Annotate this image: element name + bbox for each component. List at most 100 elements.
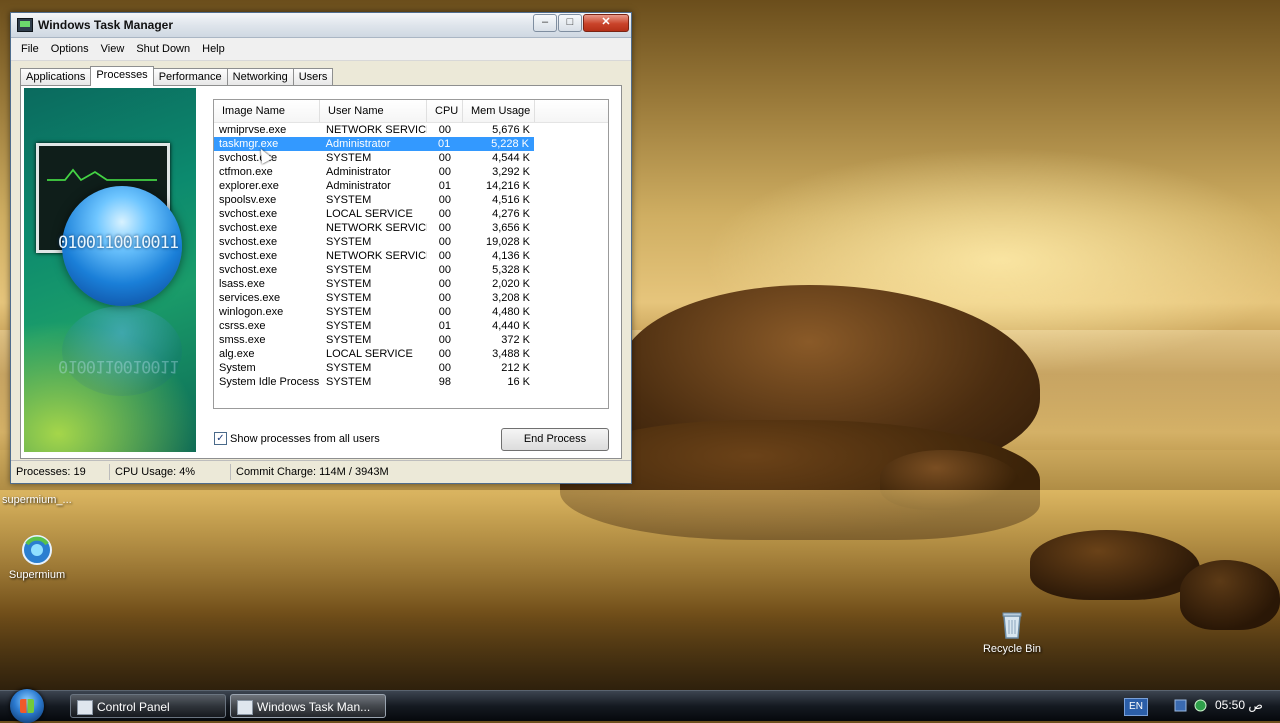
process-user-name: NETWORK SERVICE <box>326 222 427 234</box>
tab-performance[interactable]: Performance <box>152 68 228 86</box>
process-mem-usage: 19,028 K <box>485 236 530 248</box>
process-image-name: alg.exe <box>219 348 255 360</box>
desktop-icon-supermium[interactable]: Supermium <box>6 534 68 581</box>
process-mem-usage: 3,656 K <box>492 222 530 234</box>
menu-help[interactable]: Help <box>196 43 231 55</box>
process-image-name: lsass.exe <box>219 278 265 290</box>
desktop-icon-label: Recycle Bin <box>982 643 1042 655</box>
process-mem-usage: 4,440 K <box>492 320 530 332</box>
process-user-name: LOCAL SERVICE <box>326 348 413 360</box>
taskbar-button-control-panel[interactable]: Control Panel <box>70 694 226 718</box>
process-list[interactable]: Image Name User Name CPU Mem Usage wmipr… <box>213 99 609 409</box>
network-tray-icon[interactable] <box>1174 699 1187 712</box>
desktop-icon-label-cut[interactable]: supermium_... <box>2 494 72 506</box>
process-row[interactable]: svchost.exe LOCAL SERVICE 00 4,276 K <box>214 207 608 221</box>
minimize-button[interactable]: – <box>533 14 557 32</box>
process-cpu: 01 <box>438 320 451 332</box>
show-all-users-option[interactable]: ✓ Show processes from all users <box>214 432 380 445</box>
process-row[interactable]: smss.exe SYSTEM 00 372 K <box>214 333 608 347</box>
process-user-name: Administrator <box>326 166 391 178</box>
control-panel-icon <box>77 700 93 715</box>
process-row[interactable]: svchost.exe SYSTEM 00 5,328 K <box>214 263 608 277</box>
column-cpu[interactable]: CPU <box>427 100 463 122</box>
process-row[interactable]: ctfmon.exe Administrator 00 3,292 K <box>214 165 608 179</box>
tab-strip: Applications Processes Performance Netwo… <box>20 66 334 86</box>
process-user-name: SYSTEM <box>326 334 372 346</box>
taskbar: Control Panel Windows Task Man... EN 05:… <box>0 689 1280 723</box>
process-cpu: 00 <box>438 208 451 220</box>
column-user-name[interactable]: User Name <box>320 100 427 122</box>
process-row[interactable]: svchost.exe SYSTEM 00 19,028 K <box>214 235 608 249</box>
process-mem-usage: 4,276 K <box>492 208 530 220</box>
process-mem-usage: 3,292 K <box>492 166 530 178</box>
taskbar-clock[interactable]: 05:50 ص <box>1215 698 1263 712</box>
process-image-name: winlogon.exe <box>219 306 284 318</box>
process-image-name: csrss.exe <box>219 320 266 332</box>
start-button[interactable] <box>10 689 44 723</box>
tab-networking[interactable]: Networking <box>226 68 294 86</box>
process-row[interactable]: explorer.exe Administrator 01 14,216 K <box>214 179 608 193</box>
process-row[interactable]: svchost.exe SYSTEM 00 4,544 K <box>214 151 608 165</box>
process-user-name: Administrator <box>326 180 391 192</box>
menu-options[interactable]: Options <box>45 43 95 55</box>
process-cpu: 01 <box>437 138 451 150</box>
status-processes: Processes: 19 <box>11 464 110 480</box>
process-user-name: SYSTEM <box>326 362 372 374</box>
security-shield-icon[interactable] <box>1194 699 1207 712</box>
end-process-button[interactable]: End Process <box>501 428 609 451</box>
process-user-name: LOCAL SERVICE <box>326 208 413 220</box>
process-user-name: NETWORK SERVICE <box>326 124 427 136</box>
supermium-icon <box>21 534 53 566</box>
processes-panel: 0100110010011 0100110010011 Image Name U… <box>20 85 622 459</box>
process-row[interactable]: services.exe SYSTEM 00 3,208 K <box>214 291 608 305</box>
process-row[interactable]: csrss.exe SYSTEM 01 4,440 K <box>214 319 608 333</box>
tab-applications[interactable]: Applications <box>20 68 92 86</box>
taskbar-button-label: Control Panel <box>97 700 170 714</box>
process-cpu: 00 <box>438 264 451 276</box>
process-mem-usage: 14,216 K <box>485 180 530 192</box>
process-mem-usage: 5,228 K <box>491 138 529 150</box>
process-row[interactable]: spoolsv.exe SYSTEM 00 4,516 K <box>214 193 608 207</box>
process-cpu: 98 <box>438 376 451 388</box>
process-cpu: 00 <box>438 124 451 136</box>
process-row[interactable]: lsass.exe SYSTEM 00 2,020 K <box>214 277 608 291</box>
process-row[interactable]: System SYSTEM 00 212 K <box>214 361 608 375</box>
process-mem-usage: 16 K <box>507 376 530 388</box>
menu-file[interactable]: File <box>15 43 45 55</box>
status-commit-charge: Commit Charge: 114M / 3943M <box>236 466 389 478</box>
language-indicator[interactable]: EN <box>1124 698 1148 716</box>
process-user-name: SYSTEM <box>326 236 372 248</box>
process-image-name: spoolsv.exe <box>219 194 277 206</box>
column-mem-usage[interactable]: Mem Usage <box>463 100 535 122</box>
maximize-button[interactable]: □ <box>558 14 582 32</box>
process-user-name: NETWORK SERVICE <box>326 250 427 262</box>
process-row[interactable]: alg.exe LOCAL SERVICE 00 3,488 K <box>214 347 608 361</box>
process-mem-usage: 212 K <box>501 362 530 374</box>
process-image-name: svchost.exe <box>219 250 278 262</box>
process-row[interactable]: wmiprvse.exe NETWORK SERVICE 00 5,676 K <box>214 123 608 137</box>
process-mem-usage: 2,020 K <box>492 278 530 290</box>
taskbar-button-task-manager[interactable]: Windows Task Man... <box>230 694 386 718</box>
menu-shut-down[interactable]: Shut Down <box>130 43 196 55</box>
process-row[interactable]: System Idle Process SYSTEM 98 16 K <box>214 375 608 389</box>
show-all-users-label[interactable]: Show processes from all users <box>230 433 380 445</box>
title-bar[interactable]: Windows Task Manager – □ ✕ <box>11 13 631 38</box>
close-button[interactable]: ✕ <box>583 14 629 32</box>
task-manager-icon <box>237 700 253 715</box>
show-all-users-checkbox[interactable]: ✓ <box>214 432 227 445</box>
tab-processes[interactable]: Processes <box>90 66 154 86</box>
process-user-name: SYSTEM <box>326 306 372 318</box>
desktop-icon-recycle-bin[interactable]: Recycle Bin <box>980 608 1044 655</box>
tab-users[interactable]: Users <box>292 68 334 86</box>
process-row[interactable]: svchost.exe NETWORK SERVICE 00 4,136 K <box>214 249 608 263</box>
process-cpu: 01 <box>438 180 451 192</box>
menu-view[interactable]: View <box>95 43 131 55</box>
process-mem-usage: 4,516 K <box>492 194 530 206</box>
process-cpu: 00 <box>438 250 451 262</box>
process-row[interactable]: svchost.exe NETWORK SERVICE 00 3,656 K <box>214 221 608 235</box>
process-image-name: System Idle Process <box>219 376 320 388</box>
process-row[interactable]: winlogon.exe SYSTEM 00 4,480 K <box>214 305 608 319</box>
process-image-name: svchost.exe <box>219 264 278 276</box>
menu-bar: File Options View Shut Down Help <box>11 38 631 61</box>
column-image-name[interactable]: Image Name <box>214 100 320 122</box>
